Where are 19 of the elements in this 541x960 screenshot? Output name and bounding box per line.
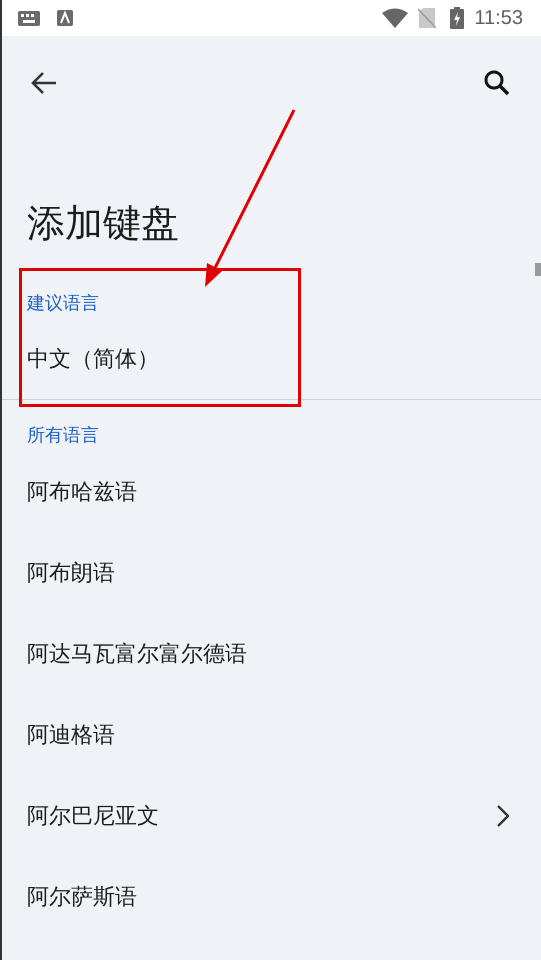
no-sim-icon	[418, 7, 436, 29]
section-header: 建议语言	[27, 292, 99, 314]
language-item[interactable]: 阿尔巴尼亚文	[0, 775, 541, 856]
language-item[interactable]: 阿布朗语	[0, 532, 541, 613]
language-item[interactable]: 阿迪格语	[0, 694, 541, 775]
battery-charging-icon	[450, 7, 464, 29]
keyboard-icon	[18, 10, 40, 26]
scroll-indicator	[535, 263, 541, 276]
section-header: 所有语言	[27, 424, 99, 446]
language-item[interactable]: 阿布哈兹语	[0, 451, 541, 532]
wifi-icon	[382, 8, 408, 28]
search-button[interactable]	[483, 69, 511, 97]
status-time: 11:53	[474, 6, 523, 31]
chevron-right-icon	[497, 804, 509, 826]
notification-icon	[57, 10, 73, 26]
page-title: 添加键盘	[27, 202, 180, 246]
language-item[interactable]: 阿尔萨斯语	[0, 856, 541, 937]
language-item[interactable]: 中文（简体）	[0, 321, 541, 395]
language-item[interactable]: 阿达马瓦富尔富尔德语	[0, 613, 541, 694]
